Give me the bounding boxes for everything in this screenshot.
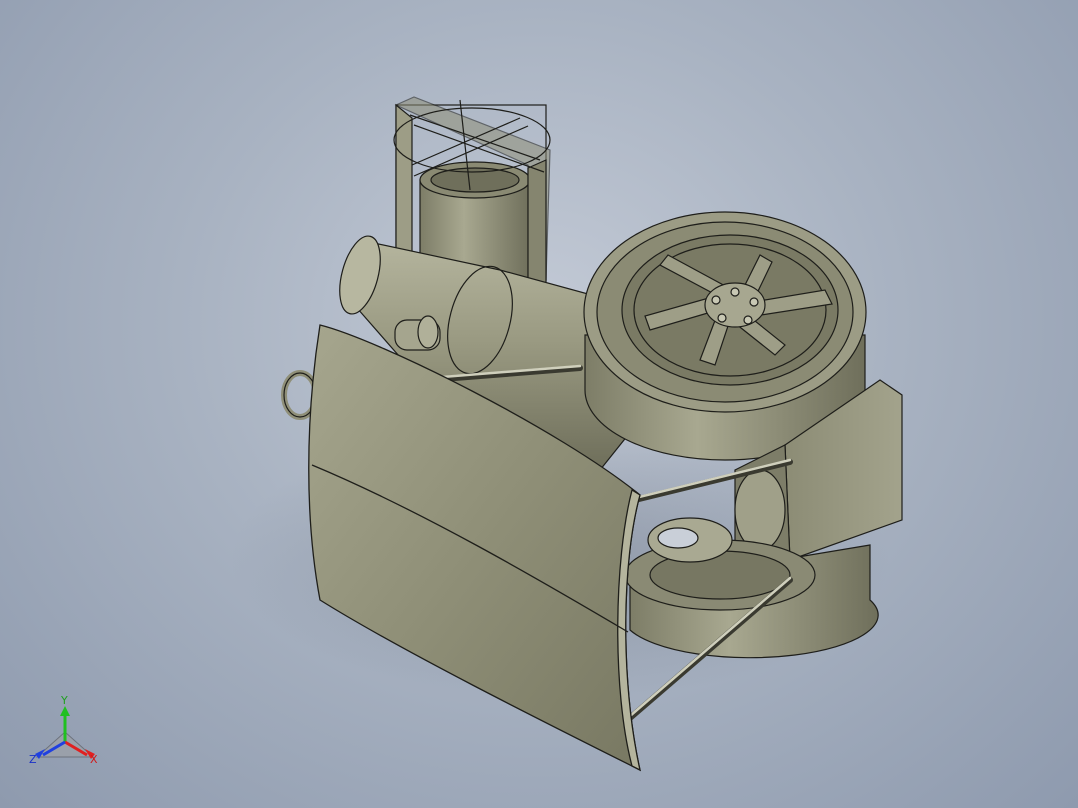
graphics-viewport[interactable]: Y X Z <box>0 0 1078 808</box>
triad-y-arrow <box>60 706 70 716</box>
triad-x-label: X <box>90 753 98 766</box>
3d-model-render[interactable] <box>0 0 1078 808</box>
triad-y-label: Y <box>60 694 68 707</box>
view-triad[interactable]: Y X Z <box>25 692 105 772</box>
triad-z-label: Z <box>29 753 37 766</box>
